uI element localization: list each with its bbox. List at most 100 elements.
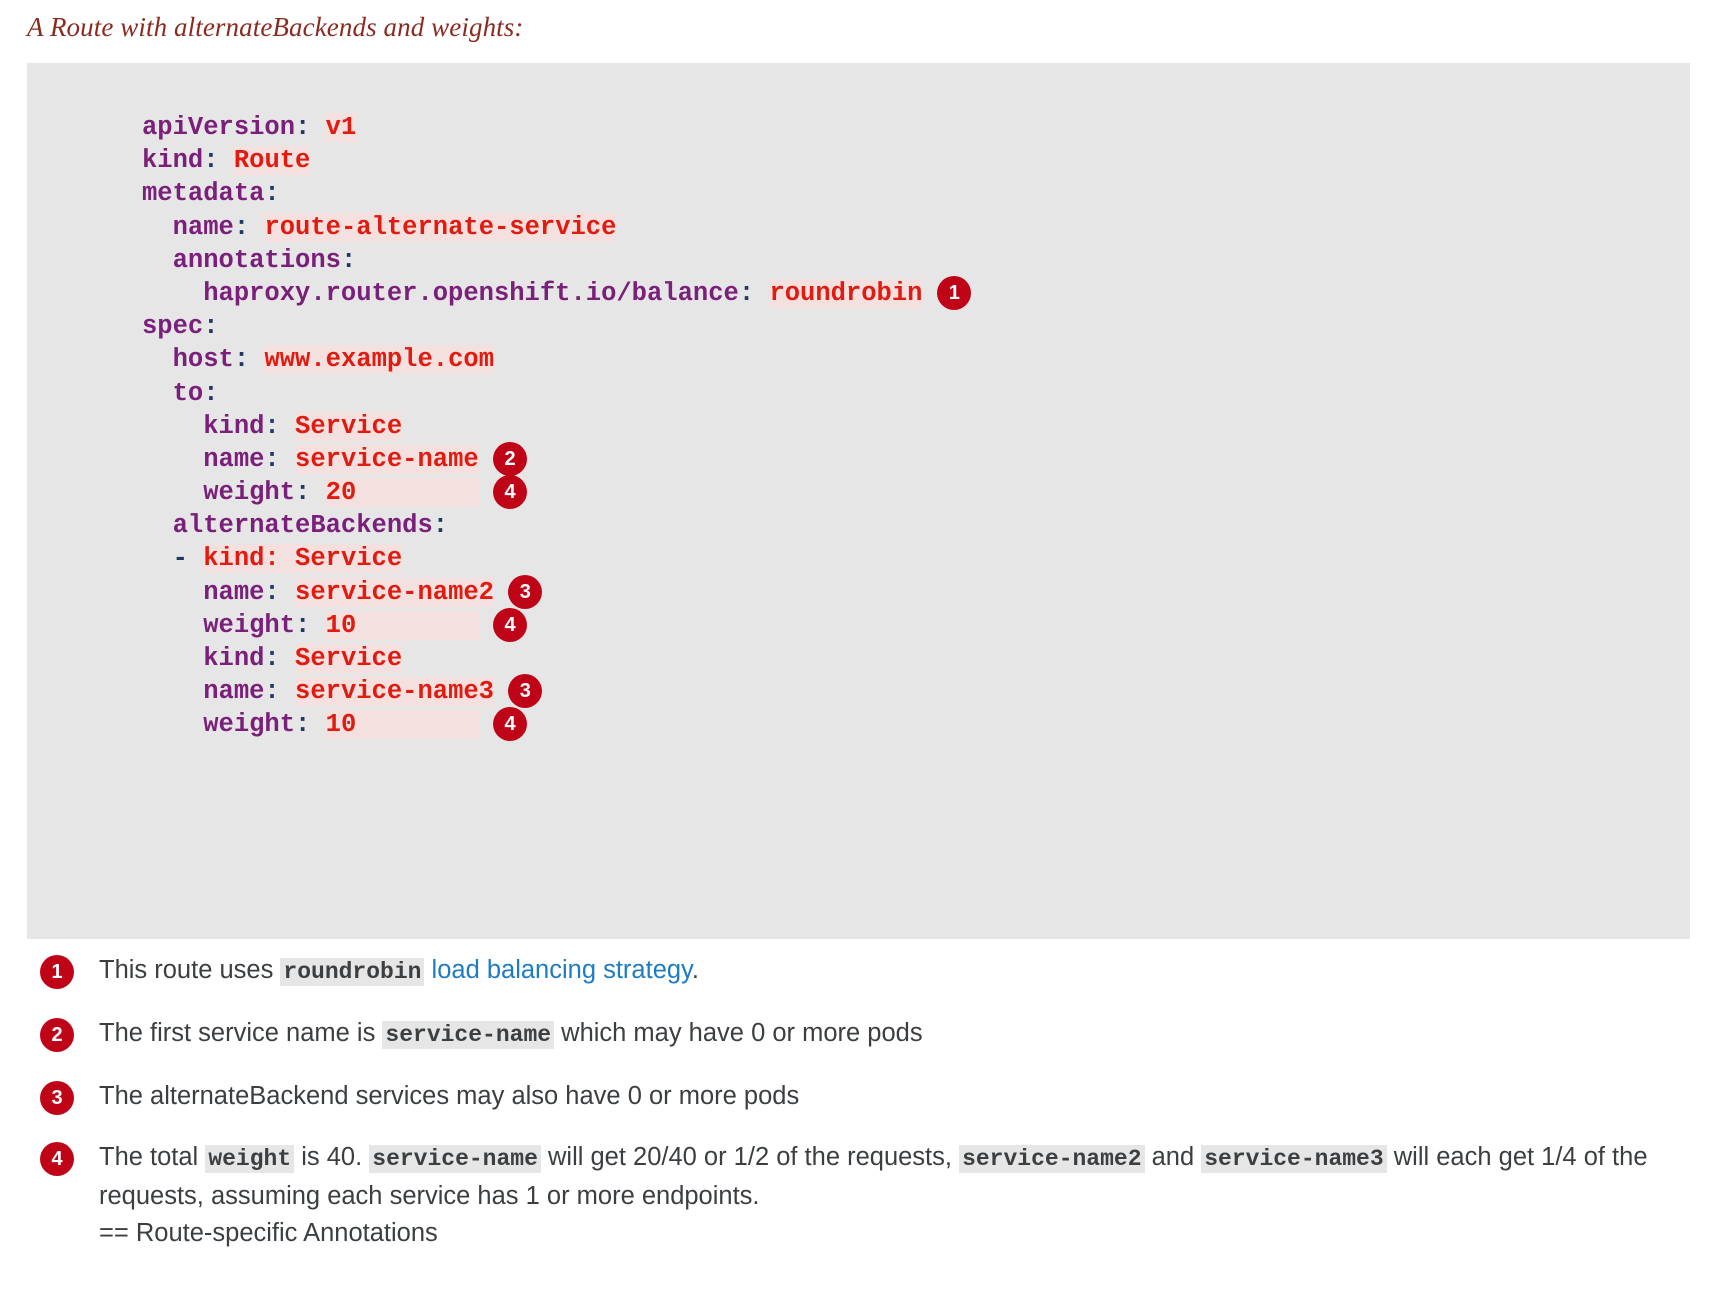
yaml-value: 10 [325, 610, 479, 640]
code-line: host: www.example.com [142, 343, 922, 376]
code-line: weight: 10 4 [142, 707, 922, 742]
callout-span: which may have 0 or more pods [554, 1019, 923, 1047]
code-callout-badge-3[interactable]: 3 [508, 674, 543, 709]
page-title: A Route with alternateBackends and weigh… [27, 12, 524, 42]
code-line: weight: 20 4 [142, 475, 922, 510]
code-line: name: service-name3 3 [142, 674, 922, 709]
callout-span: and [1144, 1143, 1202, 1171]
yaml-value: route-alternate-service [264, 212, 617, 242]
callout-item: 3 The alternateBackend services may also … [40, 1078, 1680, 1115]
yaml-key: metadata [142, 179, 265, 209]
code-callout-badge-3[interactable]: 3 [508, 574, 543, 609]
callout-number-3[interactable]: 3 [40, 1081, 74, 1115]
code-line: kind: Route [142, 144, 922, 177]
yaml-key: apiVersion [142, 113, 296, 142]
code-line: metadata: [142, 177, 922, 210]
code-line: haproxy.router.openshift.io/balance: rou… [142, 275, 972, 310]
code-line: name: route-alternate-service [142, 211, 922, 244]
yaml-value: service-name [295, 444, 479, 474]
callout-span: This route uses [99, 956, 281, 984]
yaml-value: service-name2 [295, 577, 494, 607]
yaml-colon: : [264, 179, 280, 209]
yaml-colon: : [340, 245, 357, 275]
callout-number-2[interactable]: 2 [40, 1018, 74, 1052]
code-line: kind: Service [142, 410, 922, 443]
yaml-key: host [142, 345, 234, 375]
callout-list: 1 This route uses roundrobin load balanci… [40, 952, 1680, 1276]
yaml-colon: : [738, 278, 755, 308]
yaml-colon: : [203, 312, 219, 342]
code-line: - kind: Service [142, 542, 922, 575]
yaml-colon: : [295, 113, 311, 142]
callout-span: The total [99, 1143, 206, 1171]
code-line: alternateBackends: [142, 509, 922, 542]
inline-code: roundrobin [280, 958, 425, 986]
yaml-value: service-name3 [295, 677, 494, 707]
yaml-value: Route [233, 146, 311, 176]
yaml-value: 10 [325, 710, 479, 740]
yaml-colon: : [295, 610, 311, 640]
yaml-colon: : [432, 511, 449, 541]
yaml-colon: : [203, 146, 219, 176]
yaml-value: v1 [325, 113, 357, 142]
callout-number-4[interactable]: 4 [40, 1142, 74, 1176]
yaml-key: haproxy.router.openshift.io/balance [142, 278, 739, 308]
yaml-colon: : [264, 644, 280, 673]
yaml-key: name [142, 212, 234, 242]
callout-item: 2 The first service name is service-name … [40, 1015, 1680, 1054]
callout-item: 4 The total weight is 40. service-name wi… [40, 1139, 1680, 1252]
yaml-key: annotations [142, 245, 341, 275]
yaml-key: weight [142, 610, 296, 640]
inline-code: service-name3 [1201, 1145, 1387, 1173]
yaml-value: roundrobin [769, 278, 923, 308]
yaml-value: Service [295, 644, 403, 673]
yaml-key: kind [142, 644, 265, 673]
callout-text: The alternateBackend services may also h… [99, 1078, 799, 1115]
yaml-key: kind [142, 146, 204, 176]
yaml-colon: : [233, 345, 250, 375]
code-callout-badge-1[interactable]: 1 [937, 275, 972, 310]
code-line: weight: 10 4 [142, 607, 922, 642]
code-callout-badge-4[interactable]: 4 [493, 607, 528, 642]
code-line: spec: [142, 310, 922, 343]
callout-span: is 40. [294, 1143, 370, 1171]
yaml-colon: : [295, 478, 311, 508]
yaml-key: kind [142, 411, 265, 441]
code-line: kind: Service [142, 642, 922, 675]
callout-span: == Route-specific Annotations [99, 1219, 438, 1247]
yaml-colon: : [264, 677, 280, 707]
callout-span: . [691, 956, 700, 984]
code-callout-badge-4[interactable]: 4 [493, 707, 528, 742]
callout-span: The first service name is [99, 1019, 383, 1047]
yaml-colon: : [264, 444, 280, 474]
yaml-value: Service [295, 411, 403, 441]
yaml-key: weight [142, 710, 296, 740]
callout-span: will get 20/40 or 1/2 of the requests, [540, 1143, 960, 1171]
code-callout-badge-2[interactable]: 2 [493, 441, 528, 476]
yaml-colon: : [295, 710, 311, 740]
callout-item: 1 This route uses roundrobin load balanci… [40, 952, 1680, 991]
callout-text: The total weight is 40. service-name wil… [99, 1139, 1680, 1252]
code-line: apiVersion: v1 [142, 111, 922, 144]
yaml-inline-entry: kind: Service [203, 544, 403, 574]
yaml-key: name [142, 577, 265, 607]
yaml-key: name [142, 677, 265, 707]
yaml-key: alternateBackends [142, 511, 433, 541]
inline-code: service-name [382, 1021, 555, 1049]
code-line: annotations: [142, 244, 922, 277]
code-line: name: service-name2 3 [142, 574, 922, 609]
yaml-value: www.example.com [264, 345, 494, 375]
code-callout-badge-4[interactable]: 4 [493, 475, 528, 510]
callout-link[interactable]: load balancing strategy [432, 956, 692, 984]
yaml-colon: : [264, 411, 280, 441]
inline-code: service-name2 [959, 1145, 1145, 1173]
callout-number-1[interactable]: 1 [40, 955, 74, 989]
yaml-key: to [142, 378, 204, 408]
callout-text: The first service name is service-name w… [99, 1015, 923, 1054]
yaml-key: weight [142, 478, 296, 508]
inline-code: service-name [369, 1145, 541, 1173]
callout-span [424, 956, 431, 984]
code-line: name: service-name 2 [142, 441, 922, 476]
code-line: to: [142, 377, 922, 410]
inline-code: weight [205, 1145, 295, 1173]
